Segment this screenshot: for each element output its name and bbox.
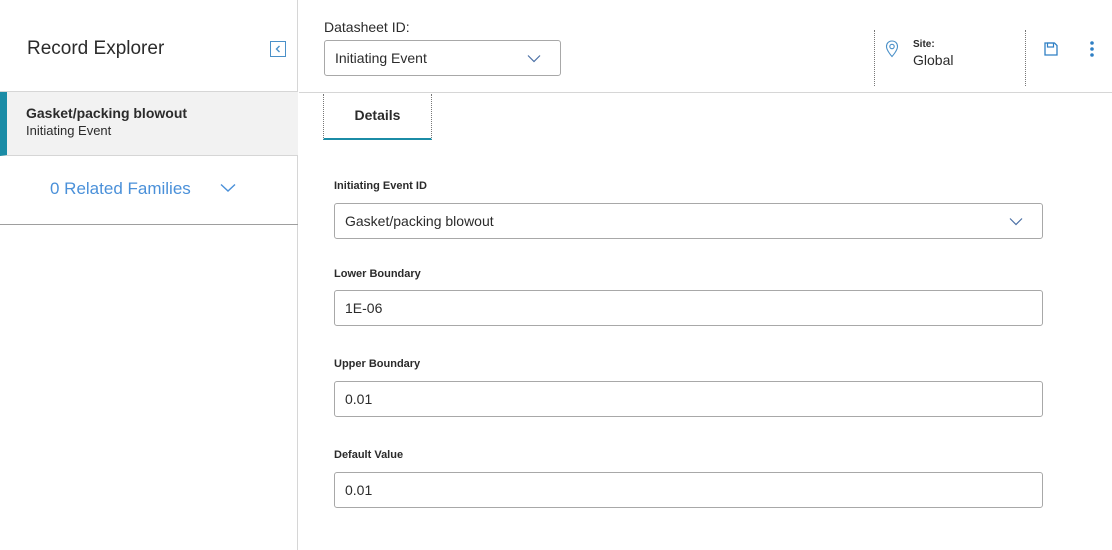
upper-boundary-label: Upper Boundary <box>334 358 421 370</box>
explorer-header: Record Explorer <box>0 0 298 92</box>
tab-details-label: Details <box>354 107 401 123</box>
site-value: Global <box>913 52 954 68</box>
record-type: Initiating Event <box>26 123 112 138</box>
datasheet-select[interactable]: Initiating Event <box>324 40 561 76</box>
record-explorer-panel: Record Explorer Gasket/packing blowout I… <box>0 0 298 550</box>
initiating-event-id-select[interactable]: Gasket/packing blowout <box>334 203 1043 239</box>
record-name: Gasket/packing blowout <box>26 105 188 121</box>
datasheet-label: Datasheet ID: <box>324 19 410 35</box>
tab-details[interactable]: Details <box>323 94 432 140</box>
chevron-down-icon <box>527 55 541 63</box>
lower-boundary-value: 1E-06 <box>345 300 383 316</box>
initiating-event-id-label: Initiating Event ID <box>334 180 427 192</box>
chevron-down-icon <box>1009 218 1023 226</box>
save-button[interactable] <box>1042 40 1060 58</box>
collapse-panel-button[interactable] <box>270 41 286 57</box>
site-selector[interactable]: Site: Global <box>874 30 1026 86</box>
default-value-input[interactable]: 0.01 <box>334 472 1043 508</box>
datasheet-select-value: Initiating Event <box>335 50 427 66</box>
site-label: Site: <box>913 39 935 50</box>
upper-boundary-input[interactable]: 0.01 <box>334 381 1043 417</box>
chevron-down-icon <box>220 183 236 192</box>
lower-boundary-label: Lower Boundary <box>334 268 421 280</box>
related-families-toggle[interactable]: 0 Related Families <box>0 156 298 225</box>
save-icon <box>1044 42 1058 56</box>
datasheet-toolbar: Datasheet ID: Initiating Event Site: Glo… <box>299 0 1112 93</box>
upper-boundary-value: 0.01 <box>345 391 373 407</box>
initiating-event-id-value: Gasket/packing blowout <box>345 213 494 229</box>
record-list-item[interactable]: Gasket/packing blowout Initiating Event <box>0 92 298 156</box>
explorer-title: Record Explorer <box>27 38 165 59</box>
lower-boundary-input[interactable]: 1E-06 <box>334 290 1043 326</box>
chevron-left-icon <box>275 45 280 53</box>
location-pin-icon <box>885 40 899 58</box>
default-value-value: 0.01 <box>345 482 373 498</box>
default-value-label: Default Value <box>334 449 404 461</box>
related-families-label: 0 Related Families <box>50 179 191 198</box>
more-vertical-icon[interactable] <box>1087 39 1097 59</box>
